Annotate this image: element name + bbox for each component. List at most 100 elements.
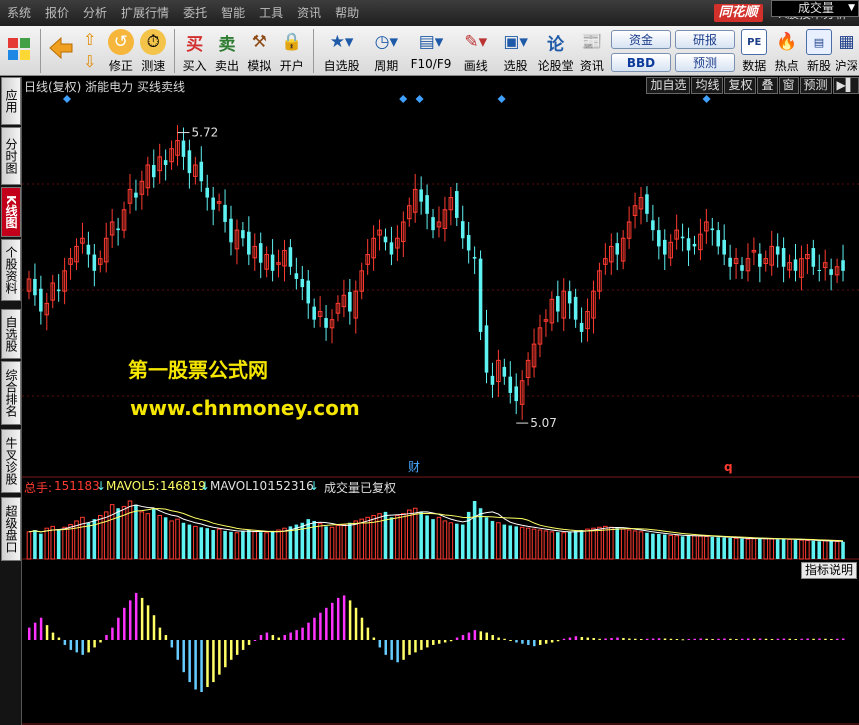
fund-button[interactable]: 资金 <box>611 30 672 49</box>
side-tab-intraday[interactable]: 分时图 <box>1 127 21 185</box>
menu-help[interactable]: 帮助 <box>328 0 366 26</box>
forecast-button[interactable]: 预测 <box>799 77 832 94</box>
candle <box>258 232 263 279</box>
speed-test-button[interactable]: ⏱ 测速 <box>138 26 168 74</box>
candle-body <box>686 238 691 251</box>
volume-bar <box>841 541 845 559</box>
simulate-button[interactable]: ⚒ 模拟 <box>244 26 274 74</box>
volume-bar <box>537 529 543 560</box>
menu-tools[interactable]: 工具 <box>252 0 290 26</box>
macd-chart[interactable] <box>22 580 859 725</box>
adjust-button[interactable]: 复权 <box>724 77 757 94</box>
macd-bar <box>800 638 803 640</box>
star-icon: ★▾ <box>329 32 354 52</box>
menu-smart[interactable]: 智能 <box>214 0 252 26</box>
volume-chart[interactable] <box>22 495 859 561</box>
macd-bars <box>22 592 859 725</box>
ma-button[interactable]: 均线 <box>691 77 724 94</box>
new-stock-button[interactable]: ▤ 新股 <box>804 26 834 74</box>
candlestick-chart[interactable]: 5.72 5.07 财 q <box>22 94 859 478</box>
candle-body <box>455 191 459 218</box>
arrow-up-icon[interactable]: ⇧ <box>78 28 102 50</box>
candle-body <box>567 291 572 304</box>
open-account-button[interactable]: 🔒 开户 <box>277 26 307 74</box>
macd-bar <box>651 638 655 640</box>
indicator-explain-button[interactable]: 指标说明 <box>801 562 857 579</box>
menu-order[interactable]: 委托 <box>176 0 214 26</box>
macd-bar <box>616 637 619 640</box>
research-button[interactable]: 研报 <box>675 30 736 49</box>
finance-marker[interactable]: 财 <box>408 460 420 474</box>
layout-button[interactable] <box>4 26 34 74</box>
volume-bar <box>751 538 757 560</box>
volume-bar <box>175 518 180 560</box>
menu-news[interactable]: 资讯 <box>290 0 328 26</box>
menu-analysis[interactable]: 分析 <box>76 0 114 26</box>
grid-icon <box>6 36 32 62</box>
forum-button[interactable]: 论 论股堂 <box>537 26 575 74</box>
macd-bar <box>366 627 370 640</box>
macd-bar <box>824 638 827 640</box>
arrow-down-icon[interactable]: ⇩ <box>78 50 102 72</box>
macd-bar <box>176 640 180 660</box>
macd-bar <box>152 615 156 640</box>
volume-bar <box>103 511 109 560</box>
candle-body <box>579 322 584 332</box>
back-button[interactable] <box>45 26 75 74</box>
hot-button[interactable]: 🔥 热点 <box>771 26 801 74</box>
macd-bar <box>188 640 191 683</box>
q-marker[interactable]: q <box>724 460 733 474</box>
candle <box>127 173 133 214</box>
period-button[interactable]: ◷▾ 周期 <box>367 26 405 74</box>
watchlist-button[interactable]: ★▾ 自选股 <box>318 26 365 74</box>
shsz-button[interactable]: ▦ 沪深 <box>836 26 857 74</box>
sell-button[interactable]: 卖 卖出 <box>212 26 242 74</box>
macd-bar <box>699 638 702 640</box>
side-tab-kline[interactable]: K线图 <box>1 187 21 237</box>
watermark-url: www.chnmoney.com <box>130 396 360 420</box>
macd-bar <box>402 640 405 660</box>
volume-bar <box>412 507 418 560</box>
side-tab-profile[interactable]: 个股资料 <box>1 239 21 301</box>
menu-system[interactable]: 系统 <box>0 0 38 26</box>
macd-bar <box>598 638 601 640</box>
candle <box>496 349 501 398</box>
buy-button[interactable]: 买 买入 <box>179 26 209 74</box>
volume-bar <box>151 508 156 559</box>
draw-line-button[interactable]: ✎▾ 画线 <box>457 26 495 74</box>
window-button[interactable]: 窗 <box>778 77 799 94</box>
menu-extended[interactable]: 扩展行情 <box>114 0 176 26</box>
macd-bar <box>527 640 530 645</box>
indicator-dropdown[interactable]: 成交量 ▼ <box>771 0 859 17</box>
f10-button[interactable]: ▤▾ F10/F9 <box>407 26 454 74</box>
bbd-button[interactable]: BBD <box>611 53 672 72</box>
macd-bar <box>134 592 138 640</box>
macd-bar <box>610 638 613 640</box>
predict-button[interactable]: 预测 <box>675 53 736 72</box>
candle-body <box>300 278 305 288</box>
macd-bar <box>443 640 447 643</box>
macd-bar <box>420 640 423 650</box>
overlay-button[interactable]: 叠 <box>757 77 778 94</box>
volume-bar <box>579 530 584 559</box>
side-tab-ranking[interactable]: 综合排名 <box>1 361 21 425</box>
stock-select-button[interactable]: ▣▾ 选股 <box>497 26 535 74</box>
buy-icon: 买 <box>186 34 204 55</box>
data-button[interactable]: PE 数据 <box>739 26 769 74</box>
news-label: 资讯 <box>579 59 604 73</box>
candle-body <box>615 243 620 255</box>
side-tab-watchlist[interactable]: 自选股 <box>1 309 21 359</box>
add-watchlist-button[interactable]: 加自选 <box>646 77 691 94</box>
news-button[interactable]: 📰 资讯 <box>577 26 607 74</box>
modify-button[interactable]: ↺ 修正 <box>106 26 136 74</box>
candle <box>478 250 483 341</box>
collapse-panel-button[interactable]: ▶▌ <box>832 77 859 94</box>
side-tab-diagnosis[interactable]: 牛叉诊股 <box>1 429 21 493</box>
data-label: 数据 <box>742 59 767 73</box>
candle <box>306 270 311 319</box>
toolbar: ⇧ ⇩ ↺ 修正 ⏱ 测速 买 买入 卖 卖出 ⚒ 模拟 🔒 开户 ★▾ 自选股… <box>0 26 859 76</box>
menu-quote[interactable]: 报价 <box>38 0 76 26</box>
side-tab-orderbook[interactable]: 超级盘口 <box>1 497 21 561</box>
candle <box>638 186 644 225</box>
side-tab-apps[interactable]: 应用 <box>1 77 21 125</box>
